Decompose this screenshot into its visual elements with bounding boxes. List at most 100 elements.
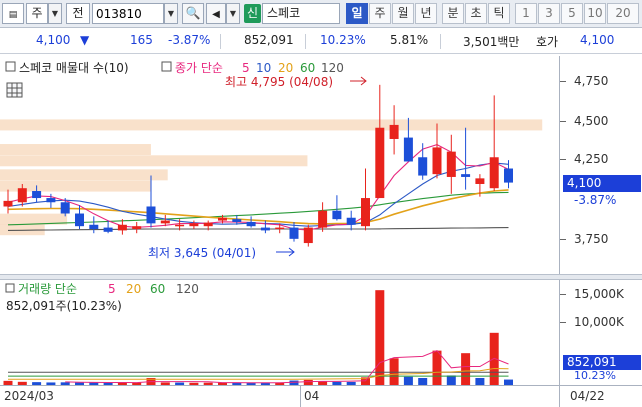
candle-body: [146, 206, 156, 224]
sound-dropdown-arrow[interactable]: ▼: [226, 3, 240, 24]
volume-profile-bar: [0, 169, 168, 181]
interval-1[interactable]: 1: [515, 3, 537, 24]
search-button[interactable]: 🔍: [182, 3, 204, 24]
price-tick: 4,500: [574, 114, 609, 128]
price-chart[interactable]: 스페코 매물대 수(10) 종가 단순 5 10 20 60 120 최고 4,…: [0, 56, 559, 274]
volume-bar: [489, 332, 499, 385]
candle-body: [504, 168, 513, 183]
volume-chart-svg: 거래량 단순 5 20 60 120 852,091주(10.23%): [3, 282, 513, 385]
candle-body: [189, 223, 199, 227]
candle-body: [3, 200, 13, 207]
stock-code-input[interactable]: [92, 3, 164, 24]
volume-axis[interactable]: 15,000K 10,000K 852,091 10.23%: [559, 280, 642, 385]
volume-chart[interactable]: 거래량 단순 5 20 60 120 852,091주(10.23%): [0, 280, 559, 385]
credit-badge: 신: [244, 4, 261, 23]
stock-name-field[interactable]: 스페코: [262, 3, 340, 24]
candle-body: [17, 188, 27, 203]
ma-legend-checkbox[interactable]: [161, 61, 172, 72]
ma5-legend: 5: [242, 61, 250, 75]
price-axis[interactable]: 4,750 4,500 4,250 4,100 -3.87% 3,750: [559, 56, 642, 274]
volume-bar: [446, 375, 456, 385]
ma-label: 종가 단순: [175, 61, 223, 75]
price-tick: 3,750: [574, 232, 609, 246]
candle-body: [461, 174, 471, 177]
date-label-current: 04/22: [570, 389, 605, 403]
price-chart-svg: 스페코 매물대 수(10) 종가 단순 5 10 20 60 120 최고 4,…: [0, 61, 543, 260]
candle-body: [475, 178, 485, 184]
tick-mark: [560, 121, 566, 122]
change-percent: -3.87%: [168, 33, 211, 47]
candle-body: [260, 227, 270, 231]
market-label: 주: [31, 6, 43, 20]
menu-icon: ▤: [8, 10, 18, 20]
low-arrow-icon: [276, 247, 295, 257]
period-day[interactable]: 일: [346, 3, 368, 24]
candle-body: [375, 127, 385, 199]
date-label-april: 04: [304, 389, 320, 403]
candle-body: [103, 227, 113, 232]
period-week[interactable]: 주: [369, 3, 391, 24]
price-tick: 4,750: [574, 74, 609, 88]
mode-label: 전: [72, 6, 84, 20]
candle-body: [489, 157, 499, 189]
tick-mark: [560, 159, 566, 160]
search-icon: 🔍: [185, 6, 201, 20]
period-minute[interactable]: 분: [442, 3, 464, 24]
market-dropdown[interactable]: 주: [26, 3, 48, 24]
volume-bar: [418, 378, 428, 385]
date-separator: [559, 386, 560, 407]
stock-name: 스페코: [267, 6, 301, 20]
candle-body: [117, 224, 127, 231]
interval-10[interactable]: 10: [584, 3, 606, 24]
change-arrow: ▼: [80, 33, 90, 47]
current-price: 4,100: [36, 33, 71, 47]
current-change-label: -3.87%: [574, 193, 617, 207]
tick-mark: [560, 239, 566, 240]
volume-bar: [461, 353, 471, 385]
vol_ma5-line: [65, 349, 509, 384]
candle-body: [318, 210, 328, 228]
period-year[interactable]: 년: [415, 3, 437, 24]
candle-body: [289, 227, 299, 239]
market-selector[interactable]: ▤: [2, 3, 24, 24]
period-month[interactable]: 월: [392, 3, 414, 24]
candle-body: [175, 224, 185, 227]
volume-tick: 10,000K: [574, 315, 624, 329]
candle-body: [275, 227, 285, 230]
volume-profile-bar: [0, 119, 543, 131]
sound-button[interactable]: ◀: [206, 3, 226, 24]
quote-bar: 4,100 ▼ 165 -3.87% 852,091 10.23% 5.81% …: [0, 28, 642, 54]
volume-current-label: 852,091주(10.23%): [6, 299, 122, 313]
date-separator: [300, 386, 301, 407]
candle-body: [218, 217, 227, 221]
volume-legend-checkbox[interactable]: [5, 283, 15, 293]
volume-bar: [432, 350, 442, 385]
current-volume-badge: 852,091: [563, 355, 641, 370]
candle-body: [89, 224, 99, 229]
mode-selector[interactable]: 전: [66, 3, 90, 24]
legend-checkbox[interactable]: [5, 61, 16, 72]
date-label-march: 2024/03: [4, 389, 54, 403]
period-second[interactable]: 초: [465, 3, 487, 24]
code-dropdown-arrow[interactable]: ▼: [164, 3, 178, 24]
vol-ma5-legend: 5: [108, 282, 116, 296]
candle-body: [403, 137, 413, 162]
grid-icon[interactable]: [6, 82, 23, 98]
interval-3[interactable]: 3: [538, 3, 560, 24]
vol-ma20-legend: 20: [126, 282, 141, 296]
vol-ma60-legend: 60: [150, 282, 165, 296]
period-tick[interactable]: 틱: [488, 3, 510, 24]
high-annotation: 최고 4,795 (04/08): [225, 75, 333, 89]
interval-20[interactable]: 20: [607, 3, 639, 24]
interval-5[interactable]: 5: [561, 3, 583, 24]
tick-mark: [560, 81, 566, 82]
candle-body: [418, 157, 428, 176]
low-annotation: 최저 3,645 (04/01): [148, 246, 256, 260]
tick-mark: [560, 294, 566, 295]
tick-mark: [560, 322, 566, 323]
separator: [305, 34, 306, 49]
volume-bar: [475, 378, 485, 385]
market-dropdown-arrow[interactable]: ▼: [48, 3, 62, 24]
candle-body: [46, 198, 56, 203]
ask-price: 4,100: [580, 33, 615, 47]
